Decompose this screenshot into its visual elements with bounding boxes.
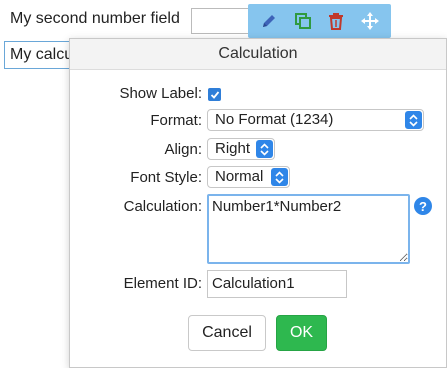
edit-button[interactable] xyxy=(256,8,282,34)
element-id-label: Element ID: xyxy=(123,275,202,292)
cancel-button[interactable]: Cancel xyxy=(188,315,266,351)
format-label: Format: xyxy=(150,112,202,129)
dialog-title: Calculation xyxy=(70,39,446,70)
align-label: Align: xyxy=(164,141,202,158)
show-label-label: Show Label: xyxy=(119,85,202,102)
select-arrows-icon xyxy=(405,111,422,129)
checkmark-icon xyxy=(210,90,219,99)
format-select[interactable]: No Format (1234) xyxy=(207,109,424,131)
second-number-field-input[interactable] xyxy=(191,8,251,34)
element-toolbar xyxy=(248,4,391,38)
font-style-select-value: Normal xyxy=(215,168,264,185)
move-icon xyxy=(361,12,380,30)
calculation-textarea[interactable]: Number1*Number2 xyxy=(207,194,410,264)
align-select[interactable]: Right xyxy=(207,138,275,160)
element-id-input[interactable]: Calculation1 xyxy=(207,270,347,298)
font-style-label: Font Style: xyxy=(130,169,202,186)
font-style-select[interactable]: Normal xyxy=(207,166,290,188)
help-icon[interactable]: ? xyxy=(414,197,432,215)
select-arrows-icon xyxy=(256,140,273,158)
format-select-value: No Format (1234) xyxy=(215,111,334,128)
delete-button[interactable] xyxy=(323,8,349,34)
calculation-dialog: Calculation Show Label: Format: No Forma… xyxy=(69,38,447,368)
select-arrows-icon xyxy=(271,168,288,186)
calculation-label: Calculation: xyxy=(123,198,202,215)
move-button[interactable] xyxy=(357,8,383,34)
ok-button[interactable]: OK xyxy=(276,315,327,351)
copy-icon xyxy=(294,13,311,29)
copy-button[interactable] xyxy=(290,8,316,34)
second-number-field-label: My second number field xyxy=(10,10,180,27)
align-select-value: Right xyxy=(215,140,251,157)
trash-icon xyxy=(329,13,344,30)
pencil-icon xyxy=(262,15,275,27)
show-label-checkbox[interactable] xyxy=(208,88,221,101)
